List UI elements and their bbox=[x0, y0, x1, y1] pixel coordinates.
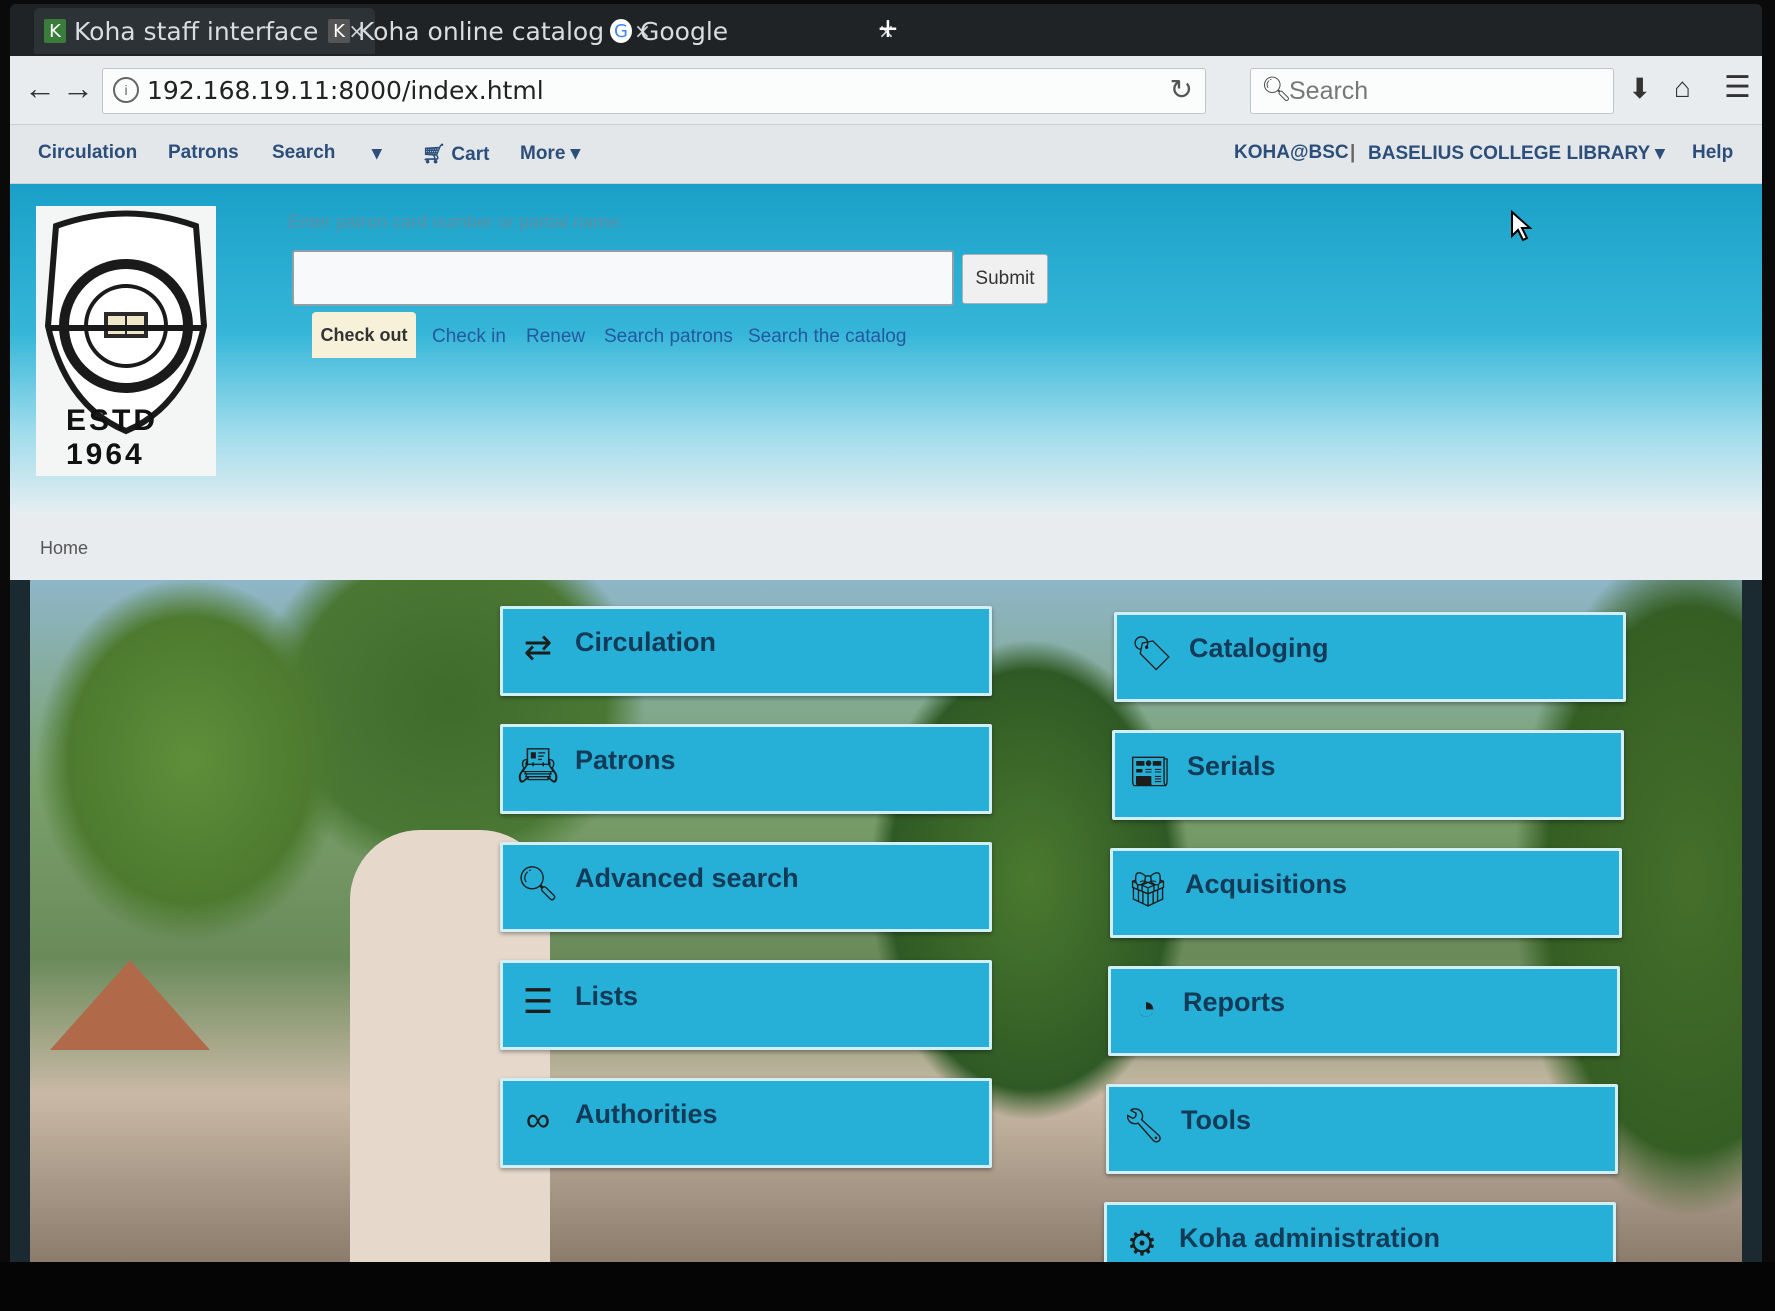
wrench-icon: 🔧︎ bbox=[1122, 1107, 1166, 1145]
tab-check-out[interactable]: Check out bbox=[312, 312, 416, 358]
gift-icon: 🎁︎ bbox=[1126, 871, 1170, 909]
link-icon: ∞ bbox=[525, 1100, 551, 1139]
download-icon[interactable]: ⬇ bbox=[1628, 72, 1651, 105]
menu-circulation[interactable]: Circulation bbox=[38, 142, 137, 164]
new-tab-button[interactable]: + bbox=[878, 10, 898, 49]
home-icon[interactable]: ⌂ bbox=[1674, 72, 1691, 104]
background-roof bbox=[50, 960, 210, 1050]
tab-title: Koha online catalog bbox=[358, 16, 605, 46]
search-icon: 🔍︎ bbox=[516, 865, 560, 903]
monitor-bezel bbox=[0, 1262, 1775, 1311]
tag-icon: 🏷︎ bbox=[1130, 635, 1174, 673]
hamburger-menu-icon[interactable]: ☰ bbox=[1724, 70, 1751, 105]
module-serials[interactable]: 📰︎ Serials bbox=[1112, 730, 1624, 820]
google-favicon-icon: G bbox=[610, 19, 632, 43]
module-label: Lists bbox=[575, 981, 639, 1011]
tab-title: Koha staff interface bbox=[74, 16, 319, 46]
menu-more[interactable]: More ▾ bbox=[520, 142, 580, 165]
module-advanced-search[interactable]: 🔍︎ Advanced search bbox=[500, 842, 992, 932]
module-label: Reports bbox=[1183, 987, 1286, 1017]
module-authorities[interactable]: ∞ Authorities bbox=[500, 1078, 992, 1168]
menu-cart[interactable]: 🛒︎ Cart bbox=[422, 142, 489, 166]
module-label: Acquisitions bbox=[1185, 869, 1348, 899]
koha-top-menu: Circulation Patrons Search ▾ 🛒︎ Cart Mor… bbox=[10, 125, 1762, 184]
search-placeholder: Search bbox=[1289, 77, 1369, 105]
newspaper-icon: 📰︎ bbox=[1128, 753, 1172, 791]
module-label: Circulation bbox=[575, 627, 717, 657]
module-circulation[interactable]: ⇄ Circulation bbox=[500, 606, 992, 696]
module-tools[interactable]: 🔧︎ Tools bbox=[1106, 1084, 1618, 1174]
tab-koha-opac[interactable]: K Koha online catalog × bbox=[328, 8, 651, 54]
logged-in-branch[interactable]: KOHA@BSC bbox=[1234, 142, 1349, 164]
module-acquisitions[interactable]: 🎁︎ Acquisitions bbox=[1110, 848, 1622, 938]
menu-search[interactable]: Search bbox=[272, 142, 335, 164]
menu-help[interactable]: Help bbox=[1692, 142, 1733, 164]
college-logo: ESTD 1964 bbox=[36, 206, 216, 476]
main-module-area: ⇄ Circulation 📇︎ Patrons 🔍︎ Advanced sea… bbox=[30, 580, 1742, 1266]
module-cataloging[interactable]: 🏷︎ Cataloging bbox=[1114, 612, 1626, 702]
list-icon: ☰ bbox=[522, 983, 554, 1021]
koha-favicon-icon: K bbox=[328, 19, 350, 43]
submit-button[interactable]: Submit bbox=[962, 254, 1048, 304]
tab-check-in[interactable]: Check in bbox=[432, 326, 506, 348]
module-label: Serials bbox=[1187, 751, 1276, 781]
id-card-icon: 📇︎ bbox=[516, 747, 560, 785]
module-label: Authorities bbox=[575, 1099, 718, 1129]
koha-favicon-icon: K bbox=[44, 19, 66, 43]
breadcrumb: Home bbox=[10, 514, 1762, 580]
module-reports[interactable]: ◔ Reports bbox=[1108, 966, 1620, 1056]
browser-search-input[interactable]: 🔍︎ Search bbox=[1250, 68, 1614, 114]
menu-separator: | bbox=[1350, 142, 1356, 163]
navigation-bar: ← → i 192.168.19.11:8000/index.html ↻ 🔍︎… bbox=[10, 56, 1762, 125]
library-selector[interactable]: BASELIUS COLLEGE LIBRARY ▾ bbox=[1368, 142, 1665, 165]
module-label: Patrons bbox=[575, 745, 676, 775]
browser-window: K Koha staff interface × K Koha online c… bbox=[10, 4, 1762, 1266]
tab-search-catalog[interactable]: Search the catalog bbox=[748, 326, 906, 348]
arrows-exchange-icon: ⇄ bbox=[523, 629, 553, 667]
tab-strip: K Koha staff interface × K Koha online c… bbox=[10, 4, 1762, 56]
url-text[interactable]: 192.168.19.11:8000/index.html bbox=[147, 76, 544, 105]
cart-label: Cart bbox=[451, 144, 490, 165]
forward-arrow-icon[interactable]: → bbox=[62, 70, 94, 107]
module-label: Advanced search bbox=[575, 863, 799, 893]
pie-chart-icon: ◔ bbox=[1135, 988, 1157, 1027]
module-patrons[interactable]: 📇︎ Patrons bbox=[500, 724, 992, 814]
menu-patrons[interactable]: Patrons bbox=[168, 142, 239, 164]
module-lists[interactable]: ☰ Lists bbox=[500, 960, 992, 1050]
breadcrumb-home[interactable]: Home bbox=[40, 538, 88, 559]
back-arrow-icon[interactable]: ← bbox=[24, 70, 56, 107]
tab-renew[interactable]: Renew bbox=[526, 326, 585, 348]
address-bar[interactable]: i 192.168.19.11:8000/index.html ↻ bbox=[102, 68, 1206, 114]
tab-title: Google bbox=[640, 16, 729, 46]
tab-koha-staff[interactable]: K Koha staff interface × bbox=[34, 8, 376, 54]
module-koha-administration[interactable]: ⚙ Koha administration bbox=[1104, 1202, 1616, 1266]
cart-icon: 🛒︎ bbox=[422, 144, 452, 165]
gears-icon: ⚙ bbox=[1126, 1225, 1158, 1263]
module-label: Tools bbox=[1181, 1105, 1251, 1135]
koha-header: ESTD 1964 Enter patron card number or pa… bbox=[10, 184, 1762, 514]
mouse-cursor-icon bbox=[1511, 210, 1532, 242]
reload-icon[interactable]: ↻ bbox=[1170, 73, 1193, 106]
module-label: Cataloging bbox=[1189, 633, 1329, 663]
module-label: Koha administration bbox=[1179, 1223, 1441, 1253]
tab-google[interactable]: G Google × bbox=[610, 8, 895, 54]
search-icon: 🔍︎ bbox=[1261, 76, 1292, 103]
info-icon[interactable]: i bbox=[113, 77, 139, 103]
logo-estd-text: ESTD 1964 bbox=[66, 404, 159, 471]
patron-card-input[interactable] bbox=[292, 250, 954, 306]
patron-search-hint: Enter patron card number or partial name… bbox=[288, 212, 624, 232]
menu-search-dropdown[interactable]: ▾ bbox=[372, 142, 382, 165]
tab-search-patrons[interactable]: Search patrons bbox=[604, 326, 733, 348]
